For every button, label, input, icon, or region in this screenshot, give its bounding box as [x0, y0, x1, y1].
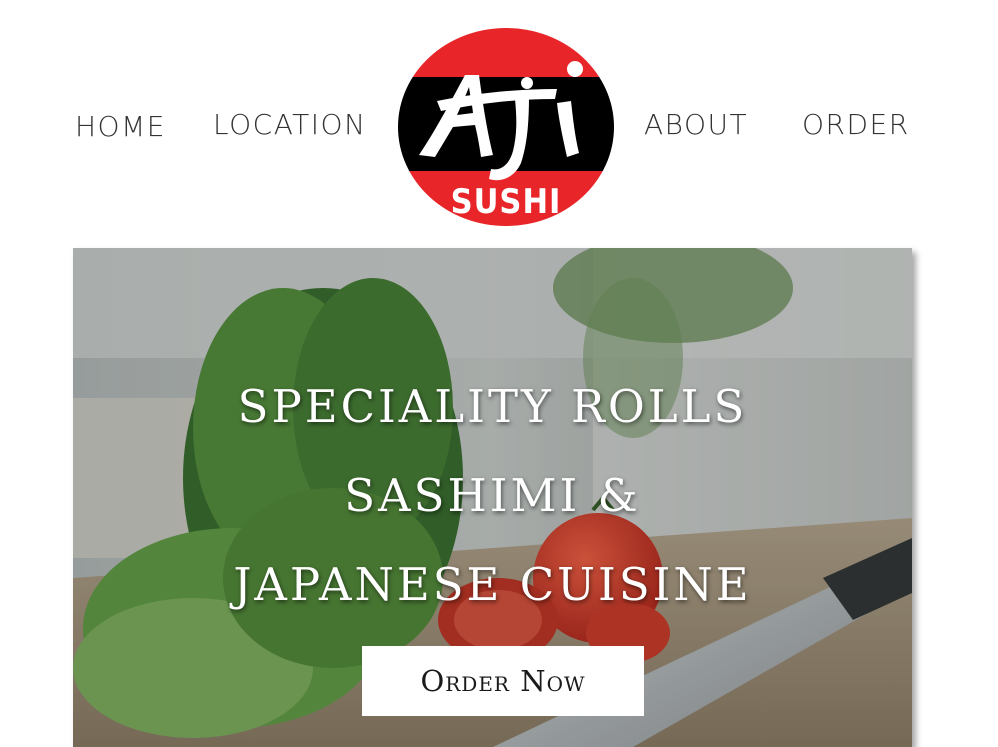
nav-about-link[interactable]: ABOUT — [644, 111, 748, 139]
page: HOME LOCATION SUSHI ABOUT ORDER SPECIALI… — [0, 0, 998, 747]
order-now-button[interactable]: Order Now — [362, 646, 644, 716]
nav-home-link[interactable]: HOME — [75, 113, 166, 141]
hero-headline-line-3: JAPANESE CUISINE — [233, 558, 752, 611]
nav-location-link[interactable]: LOCATION — [213, 111, 367, 139]
logo-subtitle: SUSHI — [451, 182, 562, 222]
nav-order-link[interactable]: ORDER — [802, 111, 910, 139]
hero-headline-line-2: SASHIMI & — [344, 469, 641, 522]
hero-headline-line-1: SPECIALITY ROLLS — [237, 380, 748, 433]
aji-sushi-logo[interactable]: SUSHI — [397, 27, 615, 227]
hero-banner: SPECIALITY ROLLS SASHIMI & JAPANESE CUIS… — [73, 248, 912, 747]
